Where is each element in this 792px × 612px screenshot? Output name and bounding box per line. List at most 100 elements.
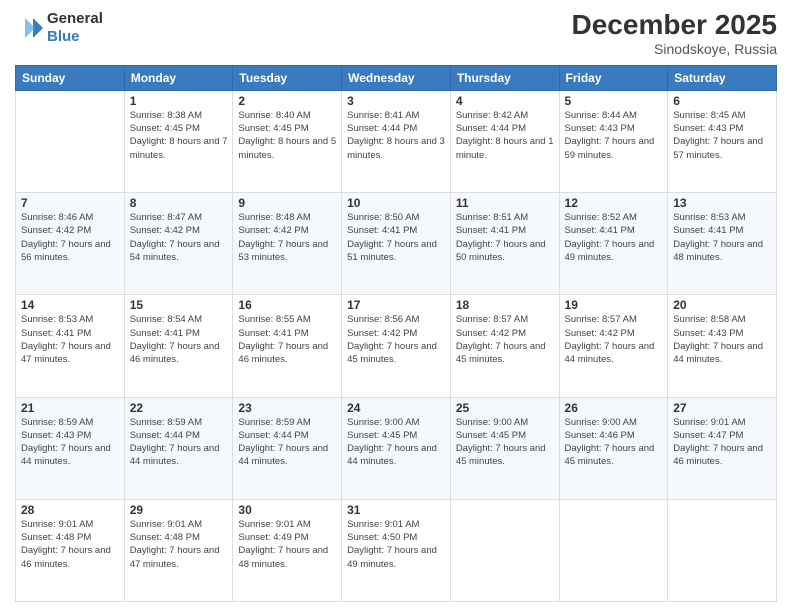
day-number: 7 xyxy=(21,196,119,210)
day-cell xyxy=(668,499,777,601)
day-cell: 20Sunrise: 8:58 AMSunset: 4:43 PMDayligh… xyxy=(668,295,777,397)
week-row-4: 28Sunrise: 9:01 AMSunset: 4:48 PMDayligh… xyxy=(16,499,777,601)
day-cell: 6Sunrise: 8:45 AMSunset: 4:43 PMDaylight… xyxy=(668,90,777,192)
weekday-header-monday: Monday xyxy=(124,65,233,90)
week-row-1: 7Sunrise: 8:46 AMSunset: 4:42 PMDaylight… xyxy=(16,193,777,295)
day-info: Sunrise: 8:50 AMSunset: 4:41 PMDaylight:… xyxy=(347,211,445,264)
logo-general: General xyxy=(47,10,103,28)
day-number: 14 xyxy=(21,298,119,312)
day-number: 25 xyxy=(456,401,554,415)
day-number: 29 xyxy=(130,503,228,517)
day-number: 28 xyxy=(21,503,119,517)
day-cell xyxy=(450,499,559,601)
day-cell: 9Sunrise: 8:48 AMSunset: 4:42 PMDaylight… xyxy=(233,193,342,295)
day-number: 30 xyxy=(238,503,336,517)
header: General Blue December 2025 Sinodskoye, R… xyxy=(15,10,777,57)
day-info: Sunrise: 8:47 AMSunset: 4:42 PMDaylight:… xyxy=(130,211,228,264)
day-cell: 22Sunrise: 8:59 AMSunset: 4:44 PMDayligh… xyxy=(124,397,233,499)
day-number: 18 xyxy=(456,298,554,312)
day-cell: 23Sunrise: 8:59 AMSunset: 4:44 PMDayligh… xyxy=(233,397,342,499)
week-row-3: 21Sunrise: 8:59 AMSunset: 4:43 PMDayligh… xyxy=(16,397,777,499)
day-cell: 11Sunrise: 8:51 AMSunset: 4:41 PMDayligh… xyxy=(450,193,559,295)
day-cell: 19Sunrise: 8:57 AMSunset: 4:42 PMDayligh… xyxy=(559,295,668,397)
day-info: Sunrise: 9:01 AMSunset: 4:48 PMDaylight:… xyxy=(21,518,119,571)
day-cell: 27Sunrise: 9:01 AMSunset: 4:47 PMDayligh… xyxy=(668,397,777,499)
day-number: 20 xyxy=(673,298,771,312)
day-number: 19 xyxy=(565,298,663,312)
day-cell: 10Sunrise: 8:50 AMSunset: 4:41 PMDayligh… xyxy=(342,193,451,295)
day-cell: 29Sunrise: 9:01 AMSunset: 4:48 PMDayligh… xyxy=(124,499,233,601)
day-cell: 30Sunrise: 9:01 AMSunset: 4:49 PMDayligh… xyxy=(233,499,342,601)
day-cell: 18Sunrise: 8:57 AMSunset: 4:42 PMDayligh… xyxy=(450,295,559,397)
day-info: Sunrise: 9:01 AMSunset: 4:50 PMDaylight:… xyxy=(347,518,445,571)
weekday-header-thursday: Thursday xyxy=(450,65,559,90)
day-info: Sunrise: 8:59 AMSunset: 4:44 PMDaylight:… xyxy=(130,416,228,469)
day-number: 26 xyxy=(565,401,663,415)
title-area: December 2025 Sinodskoye, Russia xyxy=(572,10,777,57)
day-info: Sunrise: 8:58 AMSunset: 4:43 PMDaylight:… xyxy=(673,313,771,366)
day-cell: 26Sunrise: 9:00 AMSunset: 4:46 PMDayligh… xyxy=(559,397,668,499)
day-number: 22 xyxy=(130,401,228,415)
day-number: 12 xyxy=(565,196,663,210)
day-cell: 5Sunrise: 8:44 AMSunset: 4:43 PMDaylight… xyxy=(559,90,668,192)
day-number: 13 xyxy=(673,196,771,210)
day-cell: 28Sunrise: 9:01 AMSunset: 4:48 PMDayligh… xyxy=(16,499,125,601)
day-number: 3 xyxy=(347,94,445,108)
day-info: Sunrise: 8:59 AMSunset: 4:44 PMDaylight:… xyxy=(238,416,336,469)
day-info: Sunrise: 9:00 AMSunset: 4:45 PMDaylight:… xyxy=(347,416,445,469)
day-number: 31 xyxy=(347,503,445,517)
day-cell: 24Sunrise: 9:00 AMSunset: 4:45 PMDayligh… xyxy=(342,397,451,499)
day-cell: 25Sunrise: 9:00 AMSunset: 4:45 PMDayligh… xyxy=(450,397,559,499)
day-cell: 1Sunrise: 8:38 AMSunset: 4:45 PMDaylight… xyxy=(124,90,233,192)
day-info: Sunrise: 8:55 AMSunset: 4:41 PMDaylight:… xyxy=(238,313,336,366)
day-cell: 12Sunrise: 8:52 AMSunset: 4:41 PMDayligh… xyxy=(559,193,668,295)
day-cell: 13Sunrise: 8:53 AMSunset: 4:41 PMDayligh… xyxy=(668,193,777,295)
day-info: Sunrise: 9:00 AMSunset: 4:46 PMDaylight:… xyxy=(565,416,663,469)
day-info: Sunrise: 8:53 AMSunset: 4:41 PMDaylight:… xyxy=(21,313,119,366)
day-number: 21 xyxy=(21,401,119,415)
day-number: 27 xyxy=(673,401,771,415)
calendar-page: General Blue December 2025 Sinodskoye, R… xyxy=(0,0,792,612)
day-info: Sunrise: 8:56 AMSunset: 4:42 PMDaylight:… xyxy=(347,313,445,366)
day-info: Sunrise: 8:57 AMSunset: 4:42 PMDaylight:… xyxy=(565,313,663,366)
day-number: 23 xyxy=(238,401,336,415)
logo-icon xyxy=(15,14,43,42)
weekday-header-wednesday: Wednesday xyxy=(342,65,451,90)
day-number: 5 xyxy=(565,94,663,108)
day-cell: 8Sunrise: 8:47 AMSunset: 4:42 PMDaylight… xyxy=(124,193,233,295)
day-info: Sunrise: 8:44 AMSunset: 4:43 PMDaylight:… xyxy=(565,109,663,162)
day-info: Sunrise: 8:57 AMSunset: 4:42 PMDaylight:… xyxy=(456,313,554,366)
weekday-header-saturday: Saturday xyxy=(668,65,777,90)
month-title: December 2025 xyxy=(572,10,777,41)
location: Sinodskoye, Russia xyxy=(572,41,777,57)
day-cell: 15Sunrise: 8:54 AMSunset: 4:41 PMDayligh… xyxy=(124,295,233,397)
day-cell: 17Sunrise: 8:56 AMSunset: 4:42 PMDayligh… xyxy=(342,295,451,397)
day-number: 16 xyxy=(238,298,336,312)
day-number: 1 xyxy=(130,94,228,108)
day-info: Sunrise: 8:51 AMSunset: 4:41 PMDaylight:… xyxy=(456,211,554,264)
day-info: Sunrise: 9:01 AMSunset: 4:47 PMDaylight:… xyxy=(673,416,771,469)
logo-area: General Blue xyxy=(15,10,103,46)
day-number: 10 xyxy=(347,196,445,210)
weekday-header-friday: Friday xyxy=(559,65,668,90)
day-cell: 2Sunrise: 8:40 AMSunset: 4:45 PMDaylight… xyxy=(233,90,342,192)
day-info: Sunrise: 8:52 AMSunset: 4:41 PMDaylight:… xyxy=(565,211,663,264)
logo-blue: Blue xyxy=(47,28,103,46)
week-row-2: 14Sunrise: 8:53 AMSunset: 4:41 PMDayligh… xyxy=(16,295,777,397)
day-info: Sunrise: 8:38 AMSunset: 4:45 PMDaylight:… xyxy=(130,109,228,162)
day-info: Sunrise: 8:48 AMSunset: 4:42 PMDaylight:… xyxy=(238,211,336,264)
logo-text: General Blue xyxy=(47,10,103,46)
day-number: 11 xyxy=(456,196,554,210)
day-number: 6 xyxy=(673,94,771,108)
day-info: Sunrise: 9:01 AMSunset: 4:49 PMDaylight:… xyxy=(238,518,336,571)
day-info: Sunrise: 8:42 AMSunset: 4:44 PMDaylight:… xyxy=(456,109,554,162)
day-cell: 16Sunrise: 8:55 AMSunset: 4:41 PMDayligh… xyxy=(233,295,342,397)
day-number: 2 xyxy=(238,94,336,108)
day-cell: 3Sunrise: 8:41 AMSunset: 4:44 PMDaylight… xyxy=(342,90,451,192)
day-number: 15 xyxy=(130,298,228,312)
day-info: Sunrise: 8:46 AMSunset: 4:42 PMDaylight:… xyxy=(21,211,119,264)
day-number: 24 xyxy=(347,401,445,415)
day-number: 17 xyxy=(347,298,445,312)
day-cell: 31Sunrise: 9:01 AMSunset: 4:50 PMDayligh… xyxy=(342,499,451,601)
day-cell: 4Sunrise: 8:42 AMSunset: 4:44 PMDaylight… xyxy=(450,90,559,192)
